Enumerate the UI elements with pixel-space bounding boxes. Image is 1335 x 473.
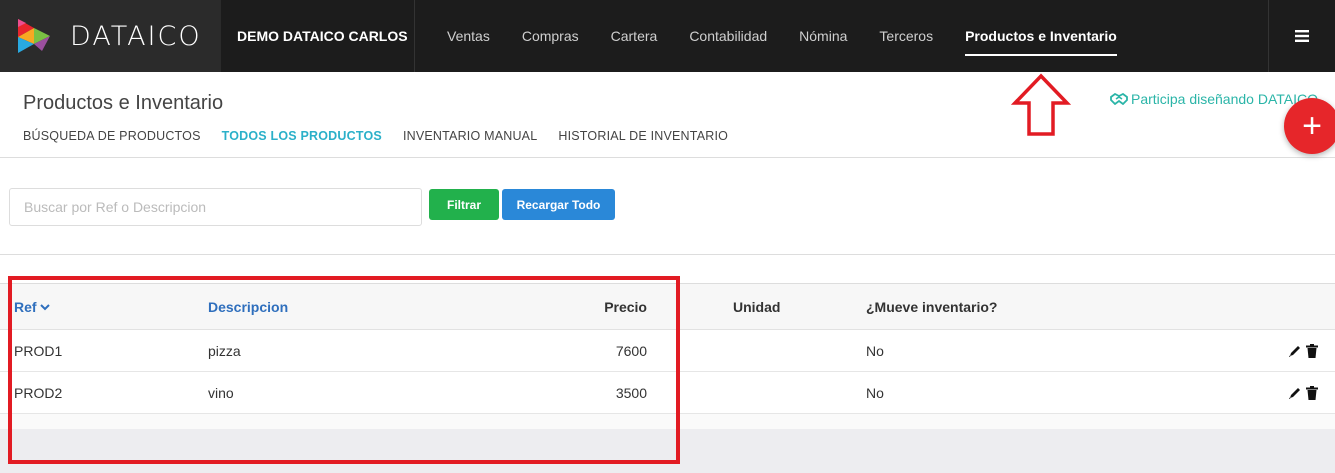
dataico-logo-icon [18, 19, 50, 53]
column-header-descripcion[interactable]: Descripcion [208, 284, 288, 329]
cell-mueve-inventario: No [866, 384, 884, 401]
main-nav: Ventas Compras Cartera Contabilidad Nómi… [415, 0, 1133, 72]
cell-precio: 7600 [615, 342, 647, 359]
nav-contabilidad[interactable]: Contabilidad [673, 0, 783, 72]
products-table: Ref Descripcion Precio Unidad ¿Mueve inv… [0, 283, 1335, 429]
table-row: PROD2 vino 3500 No [0, 372, 1335, 414]
top-navbar: DATAICO DEMO DATAICO CARLOS Ventas Compr… [0, 0, 1335, 72]
column-header-ref-label: Ref [14, 298, 37, 315]
row-actions [1288, 372, 1319, 413]
page-title: Productos e Inventario [23, 92, 224, 114]
cell-ref: PROD2 [14, 384, 63, 401]
handshake-icon [1110, 93, 1128, 105]
row-actions [1288, 330, 1319, 371]
table-row: PROD1 pizza 7600 No [0, 330, 1335, 372]
reload-all-button[interactable]: Recargar Todo [502, 189, 615, 220]
column-header-unidad: Unidad [733, 298, 781, 315]
tab-inventario-manual[interactable]: INVENTARIO MANUAL [403, 129, 537, 143]
filter-button[interactable]: Filtrar [429, 189, 499, 220]
cell-mueve-inventario: No [866, 342, 884, 359]
hamburger-icon [1295, 30, 1309, 42]
tab-historial-inventario[interactable]: HISTORIAL DE INVENTARIO [558, 129, 728, 143]
nav-productos-inventario[interactable]: Productos e Inventario [949, 0, 1133, 72]
nav-ventas[interactable]: Ventas [415, 0, 506, 72]
delete-button[interactable] [1305, 343, 1319, 358]
pencil-icon [1289, 387, 1300, 399]
participa-label: Participa diseñando DATAICO [1130, 91, 1318, 107]
nav-nomina[interactable]: Nómina [783, 0, 863, 72]
nav-cartera[interactable]: Cartera [595, 0, 674, 72]
column-header-precio: Precio [604, 298, 647, 315]
edit-button[interactable] [1288, 386, 1302, 400]
brand[interactable]: DATAICO [0, 0, 221, 72]
edit-button[interactable] [1288, 344, 1302, 358]
column-header-ref[interactable]: Ref [14, 284, 50, 329]
brand-name: DATAICO [70, 20, 202, 52]
trash-icon [1306, 343, 1318, 358]
nav-compras[interactable]: Compras [506, 0, 595, 72]
nav-terceros[interactable]: Terceros [863, 0, 949, 72]
delete-button[interactable] [1305, 385, 1319, 400]
cell-descripcion: pizza [208, 342, 241, 359]
cell-precio: 3500 [615, 384, 647, 401]
add-product-button[interactable]: + [1284, 98, 1335, 154]
participa-link[interactable]: Participa diseñando DATAICO [1110, 91, 1318, 107]
table-header-row: Ref Descripcion Precio Unidad ¿Mueve inv… [0, 284, 1335, 330]
search-input[interactable] [9, 188, 422, 226]
column-header-mueve-inventario: ¿Mueve inventario? [866, 298, 998, 315]
product-tabs: BÚSQUEDA DE PRODUCTOS TODOS LOS PRODUCTO… [23, 129, 728, 143]
company-name[interactable]: DEMO DATAICO CARLOS [221, 0, 415, 72]
divider [0, 157, 1335, 158]
chevron-down-icon [39, 303, 50, 310]
divider [0, 254, 1335, 255]
trash-icon [1306, 385, 1318, 400]
tab-busqueda-productos[interactable]: BÚSQUEDA DE PRODUCTOS [23, 129, 201, 143]
cell-ref: PROD1 [14, 342, 63, 359]
cell-descripcion: vino [208, 384, 234, 401]
main-content: Productos e Inventario BÚSQUEDA DE PRODU… [0, 72, 1335, 429]
pencil-icon [1289, 345, 1300, 357]
hamburger-menu-button[interactable] [1268, 0, 1335, 72]
tab-todos-productos[interactable]: TODOS LOS PRODUCTOS [222, 129, 382, 143]
